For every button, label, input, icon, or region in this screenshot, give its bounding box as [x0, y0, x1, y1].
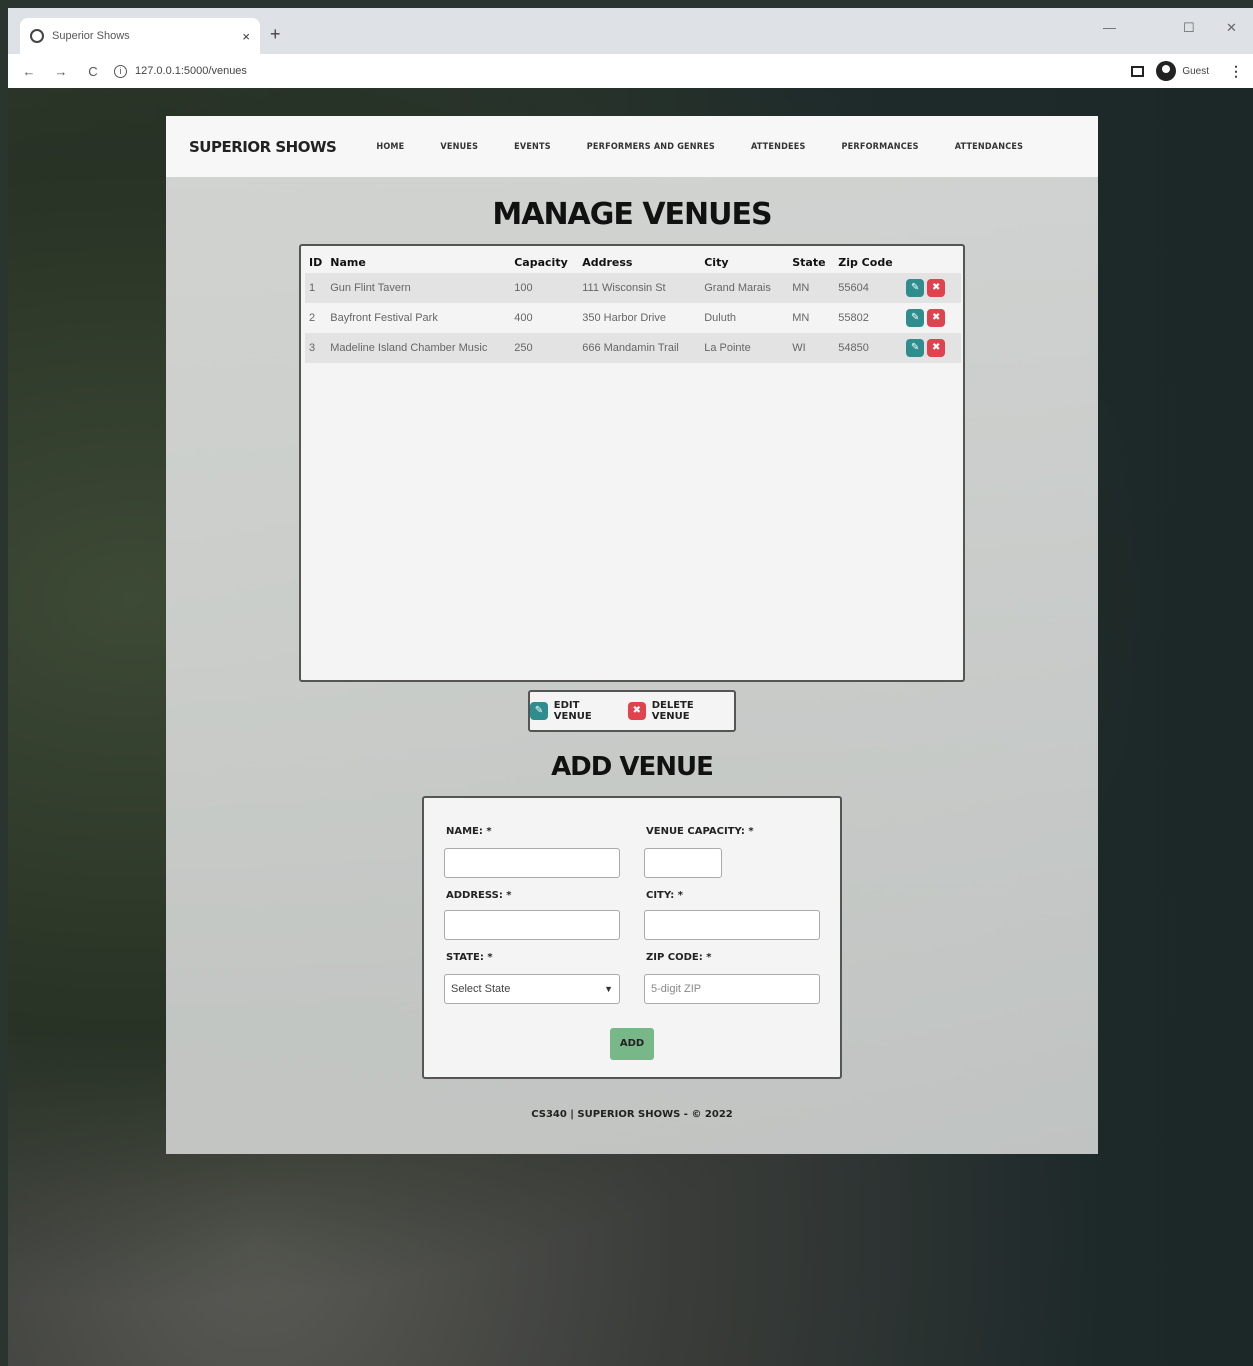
profile-label: Guest — [1182, 65, 1209, 77]
reload-button[interactable]: C — [82, 64, 104, 79]
legend-edit-icon: ✎ — [530, 702, 548, 720]
address-input[interactable] — [444, 910, 620, 940]
back-button[interactable]: ← — [18, 64, 40, 79]
forward-button[interactable]: → — [50, 64, 72, 79]
header-capacity: Capacity — [514, 256, 568, 269]
delete-icon[interactable]: ✖ — [927, 339, 946, 357]
cell-id: 2 — [309, 312, 316, 324]
legend-delete-icon: ✖ — [627, 702, 646, 720]
add-button[interactable]: ADD — [610, 1028, 654, 1060]
venues-table: ID Name Capacity Address City State Zip … — [305, 252, 961, 363]
zip-input[interactable]: 5-digit ZIP — [644, 974, 820, 1004]
capacity-input[interactable] — [644, 848, 722, 878]
name-input[interactable] — [444, 848, 620, 878]
cell-actions: ✎ ✖ — [902, 303, 961, 333]
cell-actions: ✎ ✖ — [902, 273, 961, 303]
browser-menu-icon[interactable]: ⋮ — [1229, 63, 1243, 80]
delete-icon[interactable]: ✖ — [927, 279, 946, 297]
table-row: 3 Madeline Island Chamber Music 250 666 … — [305, 333, 961, 363]
site-navbar: SUPERIOR SHOWS HOME VENUES EVENTS PERFOR… — [166, 116, 1098, 177]
side-panel-icon[interactable] — [1131, 65, 1145, 77]
delete-icon[interactable]: ✖ — [927, 309, 946, 327]
maximize-button[interactable]: ☐ — [1183, 20, 1195, 36]
cell-city: Duluth — [704, 312, 737, 324]
cell-state: MN — [792, 282, 810, 294]
state-select[interactable]: Select State ▼ — [444, 974, 620, 1004]
globe-icon — [30, 29, 44, 43]
zip-label: ZIP CODE: * — [646, 952, 712, 963]
header-actions — [902, 252, 961, 273]
nav-home[interactable]: HOME — [376, 142, 404, 152]
address-bar[interactable]: 127.0.0.1:5000/venues — [135, 65, 1131, 77]
state-label: STATE: * — [446, 952, 493, 963]
profile-button[interactable]: Guest — [1156, 61, 1209, 81]
cell-city: La Pointe — [704, 342, 751, 354]
browser-tab[interactable]: Superior Shows × — [20, 18, 260, 54]
page-title: MANAGE VENUES — [492, 197, 772, 232]
cell-capacity: 100 — [514, 282, 533, 294]
site-info-icon[interactable]: i — [114, 64, 127, 78]
nav-performances[interactable]: PERFORMANCES — [842, 142, 919, 152]
header-state: State — [792, 256, 826, 269]
cell-address: 350 Harbor Drive — [582, 312, 666, 324]
add-venue-form: NAME: * VENUE CAPACITY: * ADDRESS: * CIT… — [422, 796, 842, 1079]
capacity-label: VENUE CAPACITY: * — [646, 826, 754, 837]
legend-edit-label: EDIT VENUE — [553, 700, 592, 722]
cell-name: Gun Flint Tavern — [330, 282, 411, 294]
add-venue-title: ADD VENUE — [551, 752, 714, 782]
page-footer: CS340 | SUPERIOR SHOWS - © 2022 — [531, 1109, 733, 1120]
edit-icon[interactable]: ✎ — [906, 279, 925, 297]
cell-capacity: 250 — [514, 342, 533, 354]
venues-table-container: ID Name Capacity Address City State Zip … — [299, 244, 965, 682]
header-zip: Zip Code — [838, 256, 893, 269]
table-header-row: ID Name Capacity Address City State Zip … — [305, 252, 961, 273]
tab-title: Superior Shows — [52, 30, 130, 42]
cell-actions: ✎ ✖ — [902, 333, 961, 363]
tab-close-icon[interactable]: × — [242, 29, 250, 44]
cell-city: Grand Marais — [704, 282, 771, 294]
nav-events[interactable]: EVENTS — [514, 142, 551, 152]
table-row: 1 Gun Flint Tavern 100 111 Wisconsin St … — [305, 273, 961, 303]
header-address: Address — [582, 256, 633, 269]
actions-legend: ✎ EDIT VENUE ✖ DELETE VENUE — [528, 690, 736, 732]
nav-attendees[interactable]: ATTENDEES — [751, 142, 806, 152]
cell-state: MN — [792, 312, 810, 324]
edit-icon[interactable]: ✎ — [906, 339, 925, 357]
cell-zip: 55604 — [838, 282, 869, 294]
header-id: ID — [309, 256, 323, 269]
cell-id: 3 — [309, 342, 316, 354]
cell-address: 111 Wisconsin St — [582, 282, 666, 294]
site-brand[interactable]: SUPERIOR SHOWS — [189, 138, 337, 156]
address-label: ADDRESS: * — [446, 890, 512, 901]
avatar-icon — [1156, 61, 1177, 81]
name-label: NAME: * — [446, 826, 492, 837]
cell-state: WI — [792, 342, 806, 354]
browser-toolbar: ← → C i 127.0.0.1:5000/venues Guest ⋮ — [8, 54, 1253, 88]
header-city: City — [704, 256, 729, 269]
close-window-button[interactable]: ✕ — [1226, 20, 1237, 36]
cell-id: 1 — [309, 282, 316, 294]
cell-name: Madeline Island Chamber Music — [330, 342, 488, 354]
cell-zip: 54850 — [838, 342, 869, 354]
new-tab-button[interactable]: + — [270, 24, 281, 45]
cell-capacity: 400 — [514, 312, 533, 324]
state-selected-value: Select State — [451, 983, 511, 995]
legend-delete-label: DELETE VENUE — [651, 700, 694, 722]
minimize-button[interactable]: — — [1103, 20, 1116, 35]
nav-venues[interactable]: VENUES — [440, 142, 478, 152]
city-input[interactable] — [644, 910, 820, 940]
main-card: SUPERIOR SHOWS HOME VENUES EVENTS PERFOR… — [166, 116, 1098, 1154]
nav-performers-genres[interactable]: PERFORMERS AND GENRES — [587, 142, 715, 152]
tab-bar: Superior Shows × + — ☐ ✕ — [8, 8, 1253, 54]
cell-zip: 55802 — [838, 312, 869, 324]
header-name: Name — [330, 256, 366, 269]
cell-address: 666 Mandamin Trail — [582, 342, 679, 354]
city-label: CITY: * — [646, 890, 683, 901]
cell-name: Bayfront Festival Park — [330, 312, 438, 324]
chevron-down-icon: ▼ — [604, 984, 613, 994]
edit-icon[interactable]: ✎ — [906, 309, 925, 327]
table-row: 2 Bayfront Festival Park 400 350 Harbor … — [305, 303, 961, 333]
nav-attendances[interactable]: ATTENDANCES — [955, 142, 1023, 152]
browser-chrome: Superior Shows × + — ☐ ✕ ← → C i 127.0.0… — [8, 8, 1253, 88]
